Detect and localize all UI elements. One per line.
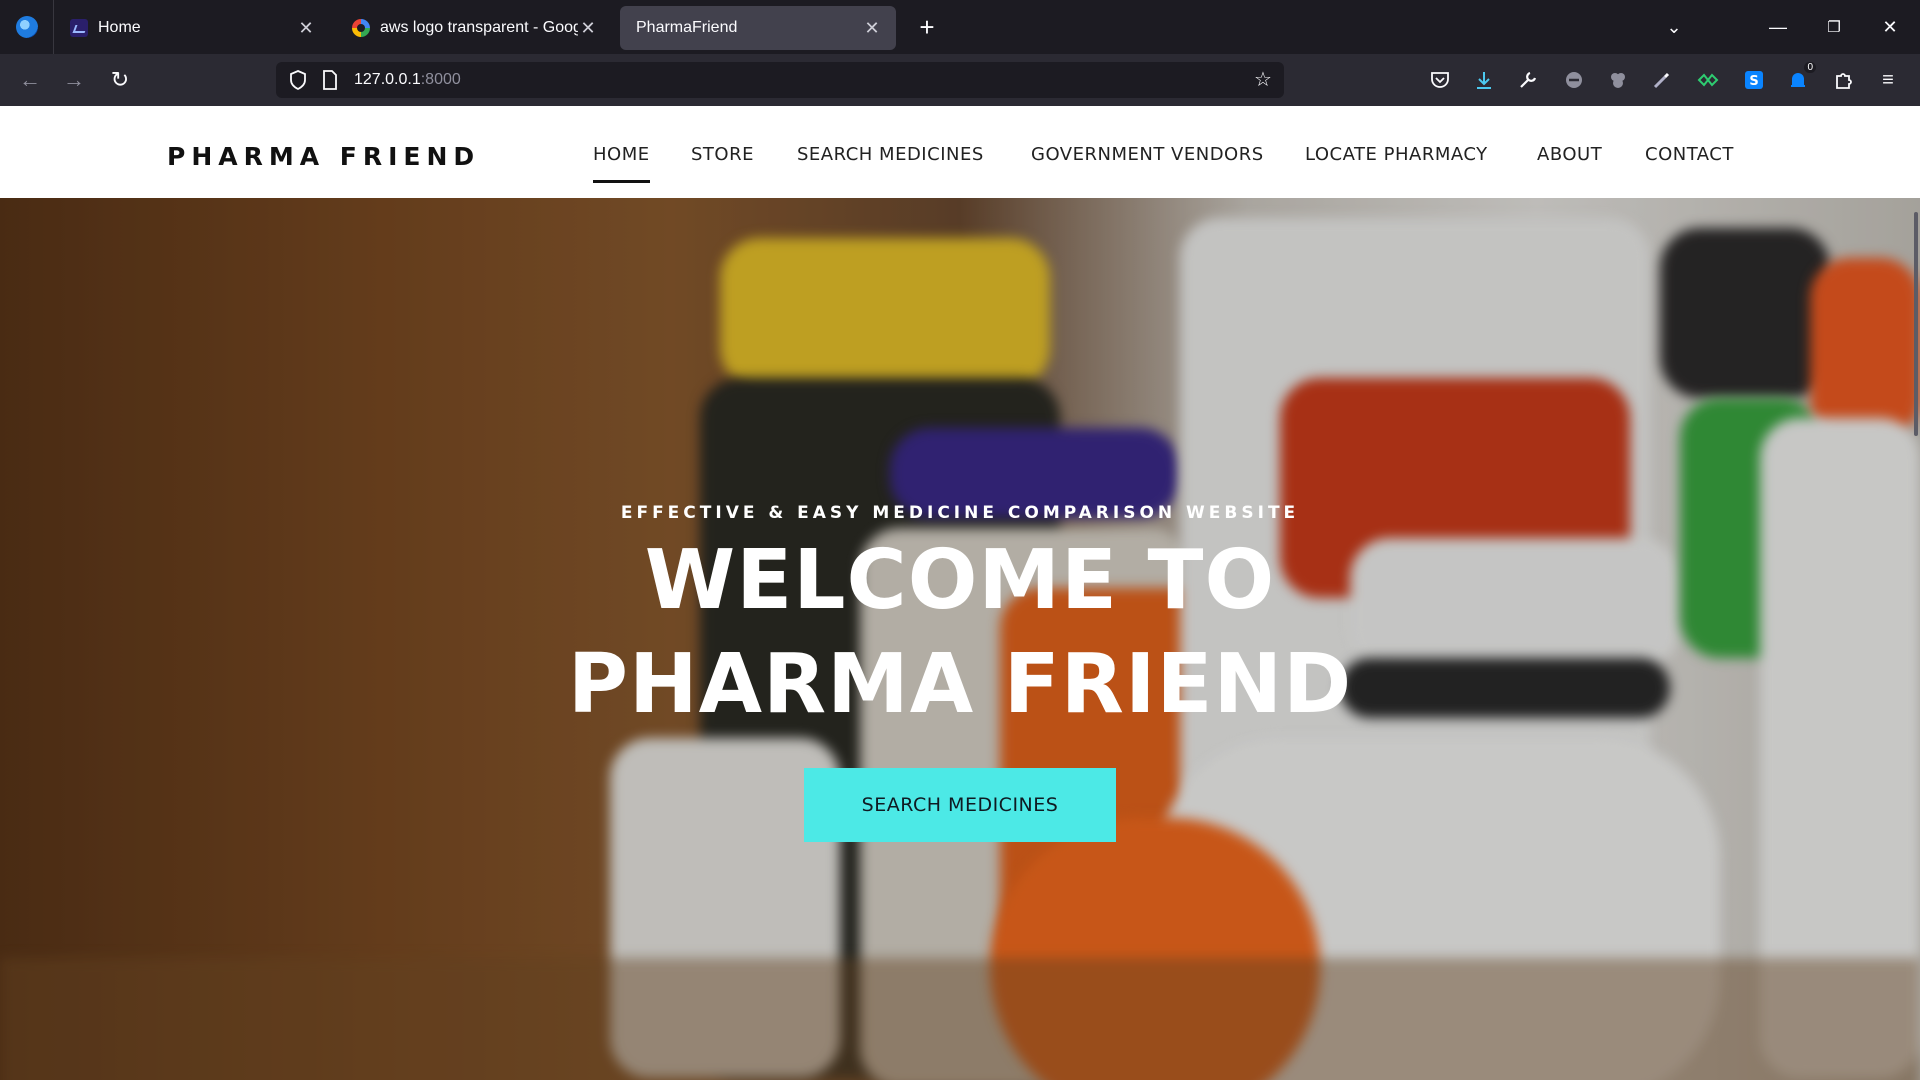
navigation-toolbar: ← → ↻ 127.0.0.1:8000 ☆ S 0 ≡: [0, 54, 1920, 106]
url-port: :8000: [420, 71, 461, 88]
close-tab-icon[interactable]: ✕: [862, 18, 882, 38]
url-text[interactable]: 127.0.0.1:8000: [354, 71, 461, 89]
hero-headline-line-1: WELCOME TO: [644, 533, 1276, 628]
google-icon: [352, 19, 370, 37]
notifications-icon[interactable]: 0: [1784, 62, 1816, 94]
menu-search-medicines[interactable]: SEARCH MEDICINES: [797, 144, 984, 165]
extension-circle-icon[interactable]: [1560, 66, 1588, 94]
shield-icon[interactable]: [288, 70, 308, 90]
tab-home[interactable]: Home ✕: [54, 6, 330, 50]
hero-headline-line-2: PHARMA FRIEND: [567, 637, 1353, 732]
tab-google-search[interactable]: aws logo transparent - Google ✕: [336, 6, 612, 50]
list-all-tabs-icon[interactable]: ⌄: [1654, 8, 1694, 46]
minimize-button[interactable]: —: [1758, 8, 1798, 46]
search-medicines-button[interactable]: SEARCH MEDICINES: [804, 768, 1116, 842]
address-bar[interactable]: 127.0.0.1:8000 ☆: [276, 62, 1284, 98]
page-scrollbar[interactable]: [1910, 198, 1920, 1080]
web-page: PHARMA FRIEND HOME STORE SEARCH MEDICINE…: [0, 106, 1920, 1080]
hero-banner: EFFECTIVE & EASY MEDICINE COMPARISON WEB…: [0, 198, 1920, 1080]
menu-about[interactable]: ABOUT: [1537, 144, 1602, 165]
download-icon[interactable]: [1470, 66, 1498, 94]
app-icon: [70, 19, 88, 37]
menu-contact[interactable]: CONTACT: [1645, 144, 1734, 165]
hero-tagline: EFFECTIVE & EASY MEDICINE COMPARISON WEB…: [620, 503, 1300, 523]
pocket-icon[interactable]: [1426, 66, 1454, 94]
close-tab-icon[interactable]: ✕: [578, 18, 598, 38]
back-arrow-icon[interactable]: ←: [14, 64, 46, 96]
skype-icon[interactable]: S: [1740, 66, 1768, 94]
menu-locate-pharmacy[interactable]: LOCATE PHARMACY: [1305, 144, 1488, 165]
eyedropper-icon[interactable]: [1648, 66, 1676, 94]
scrollbar-thumb[interactable]: [1914, 212, 1918, 436]
wrench-icon[interactable]: [1514, 66, 1542, 94]
firefox-icon: [15, 16, 38, 38]
menu-government-vendors[interactable]: GOVERNMENT VENDORS: [1031, 144, 1264, 165]
close-tab-icon[interactable]: ✕: [296, 18, 316, 38]
tab-pharmafriend[interactable]: PharmaFriend ✕: [620, 6, 896, 50]
extensions-puzzle-icon[interactable]: [1830, 66, 1858, 94]
site-logo[interactable]: PHARMA FRIEND: [167, 142, 480, 171]
tab-title: PharmaFriend: [636, 19, 738, 36]
tab-title: Home: [98, 19, 141, 36]
new-tab-button[interactable]: +: [912, 12, 942, 42]
firefox-view-button[interactable]: [0, 0, 54, 54]
hamburger-menu-icon[interactable]: ≡: [1874, 66, 1902, 94]
extension-puzzle-grey-icon[interactable]: [1604, 66, 1632, 94]
page-icon[interactable]: [320, 70, 340, 90]
restore-button[interactable]: ❐: [1814, 8, 1854, 46]
svg-text:S: S: [1749, 74, 1758, 89]
reload-icon[interactable]: ↻: [104, 64, 136, 96]
tab-title: aws logo transparent - Google: [380, 19, 578, 36]
extension-green-icon[interactable]: [1694, 66, 1722, 94]
bookmark-star-icon[interactable]: ☆: [1252, 69, 1274, 91]
forward-arrow-icon[interactable]: →: [58, 64, 90, 96]
close-window-button[interactable]: ✕: [1870, 8, 1910, 46]
tab-strip: Home ✕ aws logo transparent - Google ✕ P…: [0, 0, 1920, 54]
menu-home[interactable]: HOME: [593, 144, 650, 183]
url-host: 127.0.0.1: [354, 71, 421, 88]
site-header: PHARMA FRIEND HOME STORE SEARCH MEDICINE…: [0, 106, 1920, 198]
menu-store[interactable]: STORE: [691, 144, 754, 165]
notification-count-badge: 0: [1804, 62, 1816, 73]
